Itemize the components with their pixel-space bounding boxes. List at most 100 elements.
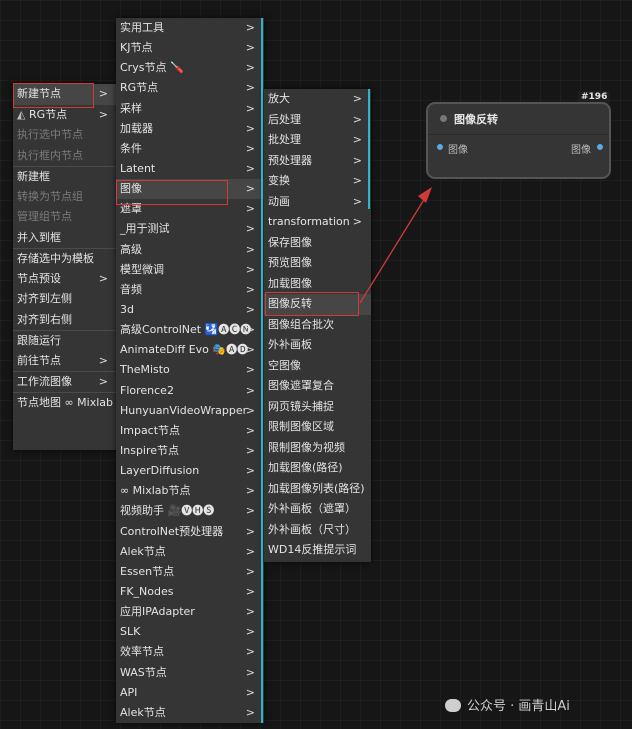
menu3-item-2[interactable]: 批处理 > [264, 130, 371, 151]
menu1-item-10[interactable]: 对齐到左侧 [13, 289, 117, 310]
menu1-item-2[interactable]: 执行选中节点 [13, 125, 117, 146]
menu2-item-16[interactable]: AnimateDiff Evo 🎭🅐🅓 > [116, 340, 264, 360]
input-port-icon[interactable] [437, 144, 443, 150]
menu2-item-33[interactable]: API > [116, 683, 264, 703]
menu1-item-12[interactable]: 跟随运行 [13, 330, 117, 351]
menu1-item-9[interactable]: 节点预设 > [13, 269, 117, 290]
menu3-item-18[interactable]: 加载图像(路径) [264, 458, 371, 479]
menu1-item-8[interactable]: 存储选中为模板 [13, 248, 117, 269]
menu3-item-9[interactable]: 加载图像 [264, 274, 371, 295]
chevron-right-icon: > [245, 665, 255, 679]
menu3-item-19[interactable]: 加载图像列表(路径) [264, 479, 371, 500]
menu1-item-label: 对齐到右侧 [17, 312, 72, 326]
menu2-item-20[interactable]: Impact节点 > [116, 421, 264, 441]
menu2-item-label: 高级 [120, 242, 142, 256]
menu2-item-12[interactable]: 模型微调 > [116, 260, 264, 280]
menu2-item-14[interactable]: 3d > [116, 300, 264, 320]
menu2-item-13[interactable]: 音频 > [116, 280, 264, 300]
menu3-item-15[interactable]: 网页镜头捕捉 [264, 397, 371, 418]
menu3-item-label: 加载图像 [268, 276, 312, 290]
menu2-item-22[interactable]: LayerDiffusion > [116, 461, 264, 481]
menu3-item-3[interactable]: 预处理器 > [264, 151, 371, 172]
output-port-icon[interactable] [597, 144, 603, 150]
menu3-item-7[interactable]: 保存图像 [264, 233, 371, 254]
menu2-item-10[interactable]: _用于测试 > [116, 219, 264, 239]
menu1-item-5[interactable]: 转换为节点组 [13, 187, 117, 208]
menu3-item-0[interactable]: 放大 > [264, 89, 371, 110]
chevron-right-icon: > [98, 271, 108, 285]
menu3-item-6[interactable]: transformation > [264, 212, 371, 233]
menu1-item-6[interactable]: 管理组节点 [13, 207, 117, 228]
menu2-item-8[interactable]: 图像 > [116, 179, 264, 200]
menu2-item-29[interactable]: 应用IPAdapter > [116, 602, 264, 622]
menu3-item-label: 空图像 [268, 358, 301, 372]
menu2-item-34[interactable]: Alek节点 > [116, 703, 264, 723]
menu3-item-8[interactable]: 预览图像 [264, 253, 371, 274]
menu2-item-1[interactable]: KJ节点 > [116, 38, 264, 58]
menu3-item-11[interactable]: 图像组合批次 [264, 315, 371, 336]
invert-image-node[interactable]: 图像反转 图像 图像 [426, 102, 611, 179]
menu2-item-3[interactable]: RG节点 > [116, 78, 264, 98]
menu1-item-13[interactable]: 前往节点 > [13, 351, 117, 372]
menu3-item-21[interactable]: 外补画板（尺寸） [264, 520, 371, 541]
menu2-item-7[interactable]: Latent > [116, 159, 264, 179]
chevron-right-icon: > [245, 81, 255, 95]
menu2-item-24[interactable]: 视频助手 🎥🅥🅗🅢 > [116, 501, 264, 521]
chevron-right-icon: > [245, 323, 255, 337]
menu2-item-27[interactable]: Essen节点 > [116, 562, 264, 582]
menu2-item-26[interactable]: Alek节点 > [116, 542, 264, 562]
menu2-item-19[interactable]: HunyuanVideoWrapper > [116, 401, 264, 421]
menu2-item-18[interactable]: Florence2 > [116, 381, 264, 401]
menu1-item-1[interactable]: ◭ RG节点 > [13, 105, 117, 126]
menu3-item-1[interactable]: 后处理 > [264, 110, 371, 131]
collapse-dot-icon[interactable] [440, 115, 447, 122]
chevron-right-icon: > [245, 21, 255, 34]
menu1-item-11[interactable]: 对齐到右侧 [13, 310, 117, 331]
menu2-item-2[interactable]: Crys节点 🪛 > [116, 58, 264, 78]
menu1-item-14[interactable]: 工作流图像 > [13, 371, 117, 392]
menu2-item-4[interactable]: 采样 > [116, 99, 264, 119]
menu3-item-label: 图像遮罩复合 [268, 379, 334, 392]
menu2-item-31[interactable]: 效率节点 > [116, 642, 264, 662]
menu3-item-14[interactable]: 图像遮罩复合 [264, 376, 371, 397]
menu3-item-12[interactable]: 外补画板 [264, 335, 371, 356]
menu3-item-label: 外补画板（遮罩） [268, 502, 356, 515]
menu2-item-6[interactable]: 条件 > [116, 139, 264, 159]
menu2-item-25[interactable]: ControlNet预处理器 > [116, 522, 264, 542]
menu1-item-label: 对齐到左侧 [17, 292, 72, 305]
menu2-item-32[interactable]: WAS节点 > [116, 663, 264, 683]
menu3-item-10[interactable]: 图像反转 [264, 294, 371, 315]
chevron-right-icon: > [98, 353, 108, 367]
menu3-item-16[interactable]: 限制图像区域 [264, 417, 371, 438]
chevron-right-icon: > [352, 174, 362, 187]
menu2-item-5[interactable]: 加载器 > [116, 119, 264, 139]
chevron-right-icon: > [352, 153, 362, 167]
menu2-item-11[interactable]: 高级 > [116, 240, 264, 260]
menu3-item-label: 限制图像区域 [268, 420, 334, 433]
menu2-item-28[interactable]: FK_Nodes > [116, 582, 264, 602]
node-title-bar[interactable]: 图像反转 [428, 104, 609, 135]
menu3-item-13[interactable]: 空图像 [264, 356, 371, 377]
menu2-item-30[interactable]: SLK > [116, 622, 264, 642]
menu3-item-5[interactable]: 动画 > [264, 192, 371, 213]
menu2-item-label: TheMisto [120, 363, 170, 377]
chevron-right-icon: > [245, 443, 255, 457]
menu2-item-0[interactable]: 实用工具 > [116, 18, 264, 38]
menu3-item-17[interactable]: 限制图像为视频 [264, 438, 371, 459]
menu3-item-22[interactable]: WD14反推提示词 [264, 540, 371, 561]
menu2-item-17[interactable]: TheMisto > [116, 360, 264, 380]
menu1-item-label: 工作流图像 [17, 375, 72, 388]
menu1-item-0[interactable]: 新建节点 > [13, 84, 117, 105]
menu2-item-21[interactable]: Inspire节点 > [116, 441, 264, 461]
menu1-item-7[interactable]: 并入到框 [13, 228, 117, 249]
chevron-right-icon: > [245, 363, 255, 377]
menu1-item-3[interactable]: 执行框内节点 [13, 146, 117, 167]
menu3-item-4[interactable]: 变换 > [264, 171, 371, 192]
menu3-item-label: 图像组合批次 [268, 317, 334, 331]
menu2-item-9[interactable]: 遮罩 > [116, 199, 264, 219]
menu1-item-4[interactable]: 新建框 [13, 166, 117, 187]
menu2-item-15[interactable]: 高级ControlNet 🛂🅐🅒🅝 > [116, 320, 264, 340]
menu1-item-15[interactable]: 节点地图 ∞ Mixlab [13, 391, 117, 413]
menu3-item-20[interactable]: 外补画板（遮罩） [264, 499, 371, 520]
menu2-item-23[interactable]: ∞ Mixlab节点 > [116, 481, 264, 501]
